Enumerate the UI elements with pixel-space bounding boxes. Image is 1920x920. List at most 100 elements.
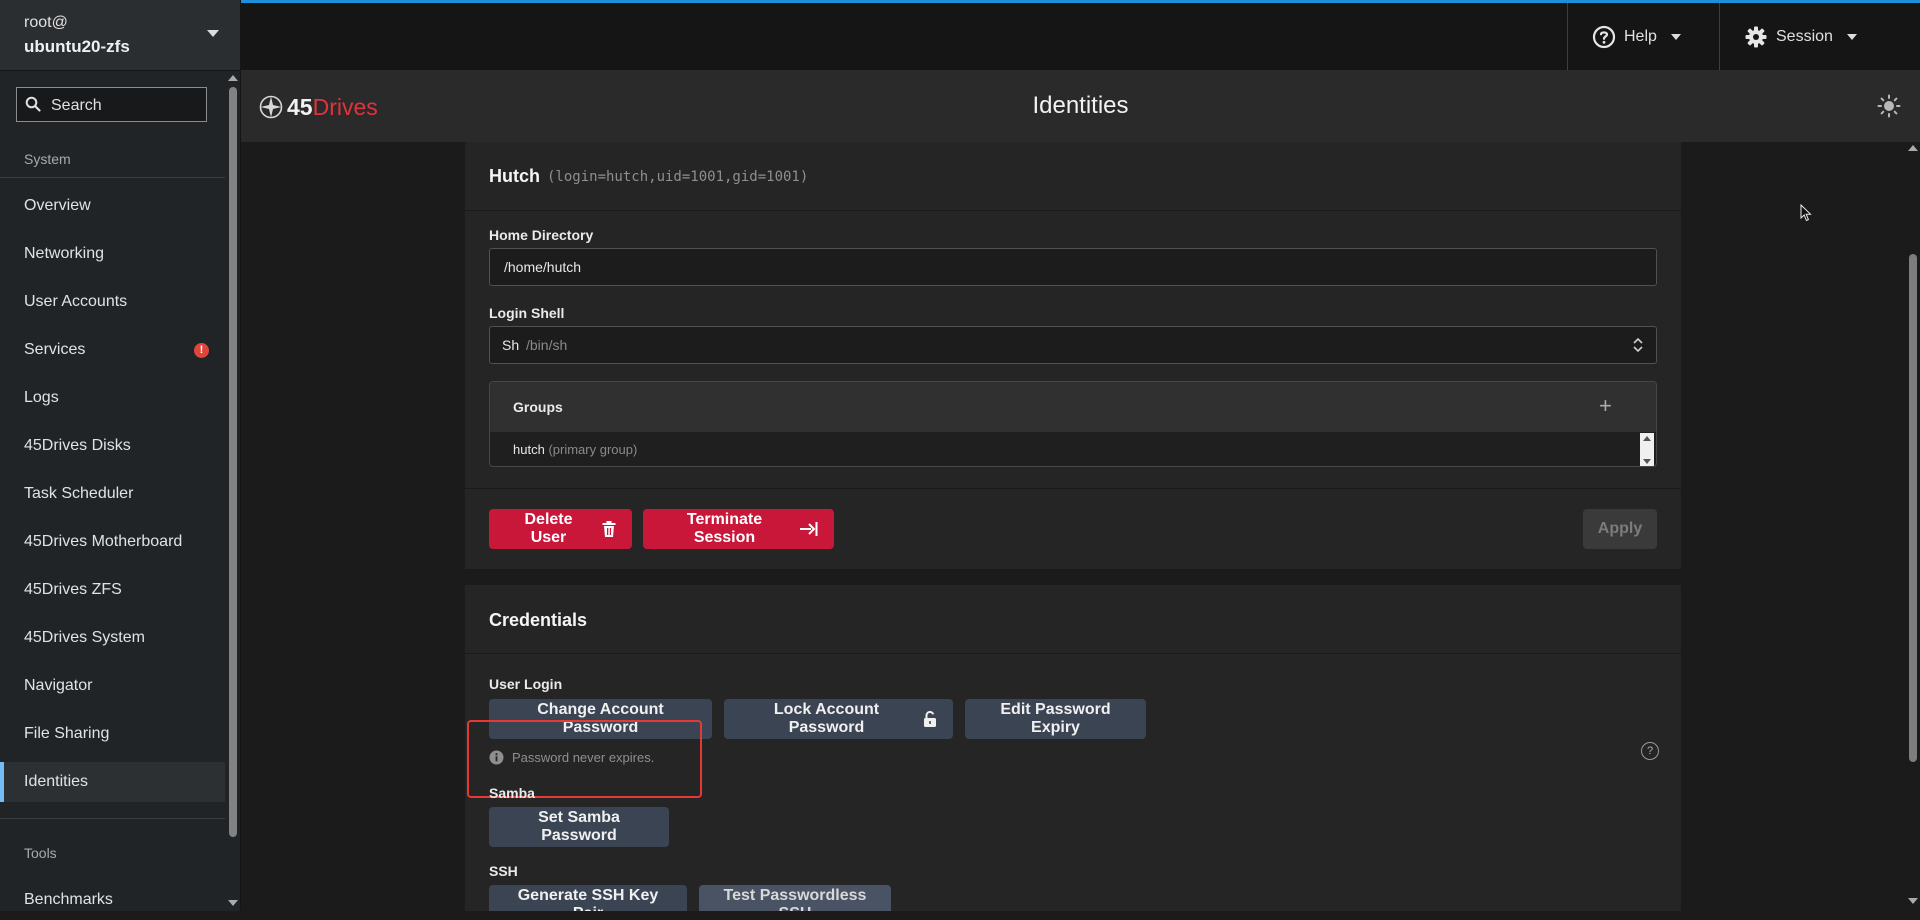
edit-expiry-label: Edit Password Expiry: [1000, 701, 1111, 736]
sidebar-item-label: Services: [24, 341, 86, 358]
group-note: (primary group): [548, 442, 638, 457]
sidebar-item-label: File Sharing: [24, 725, 110, 742]
search-input[interactable]: [49, 94, 203, 118]
sidebar-item-navigator[interactable]: Navigator: [0, 666, 225, 706]
sidebar-item-networking[interactable]: Networking: [0, 234, 225, 274]
host-user: root@: [24, 14, 68, 31]
sidebar-item-label: 45Drives Disks: [24, 437, 131, 454]
user-meta: (login=hutch,uid=1001,gid=1001): [547, 169, 809, 185]
groups-panel: Groups + hutch (primary group): [489, 381, 1657, 467]
sidebar-item-label: Identities: [24, 773, 89, 790]
sidebar-item-label: 45Drives ZFS: [24, 581, 122, 598]
sidebar-item-benchmarks[interactable]: Benchmarks: [0, 880, 225, 920]
sidebar-item-45drives-motherboard[interactable]: 45Drives Motherboard: [0, 522, 225, 562]
sidebar-item-label: Task Scheduler: [24, 485, 134, 502]
user-name: Hutch: [489, 166, 540, 186]
groups-scrollbar[interactable]: [1640, 433, 1654, 466]
login-shell-select[interactable]: Sh /bin/sh: [489, 326, 1657, 364]
apply-label: Apply: [1597, 520, 1643, 537]
credentials-title: Credentials: [489, 610, 588, 630]
delete-user-label: Delete User: [524, 511, 573, 546]
sidebar-item-task-scheduler[interactable]: Task Scheduler: [0, 474, 225, 514]
chevron-down-icon: [207, 30, 219, 37]
scrollbar-thumb[interactable]: [1909, 254, 1917, 762]
top-bar: Help Session: [241, 0, 1920, 70]
test-passwordless-ssh-button[interactable]: Test Passwordless SSH: [699, 885, 891, 911]
sun-icon[interactable]: [1877, 94, 1901, 123]
home-directory-input[interactable]: [502, 258, 1606, 276]
generate-ssh-key-pair-button[interactable]: Generate SSH Key Pair: [489, 885, 687, 911]
sidebar-item-label: Navigator: [24, 677, 93, 694]
sidebar-item-label: Benchmarks: [24, 891, 113, 908]
main-scrollbar[interactable]: [1907, 142, 1919, 911]
sidebar-scrollbar[interactable]: [228, 72, 238, 911]
scrollbar-thumb[interactable]: [229, 87, 237, 837]
sidebar-item-file-sharing[interactable]: File Sharing: [0, 714, 225, 754]
user-details-card: Hutch (login=hutch,uid=1001,gid=1001) Ho…: [465, 142, 1681, 569]
help-label: Help: [1624, 27, 1657, 45]
page-title: Identities: [1032, 92, 1129, 119]
help-icon: [1592, 25, 1616, 49]
mouse-cursor-icon: [1800, 203, 1812, 227]
sidebar-item-45drives-disks[interactable]: 45Drives Disks: [0, 426, 225, 466]
nav-divider: [0, 177, 225, 178]
terminate-session-label: Terminate Session: [686, 511, 763, 546]
sign-out-icon: [800, 522, 818, 536]
samba-button-label: Set Samba Password: [538, 809, 620, 844]
host-switcher[interactable]: root@ ubuntu20-zfs: [0, 0, 240, 71]
help-menu-button[interactable]: Help: [1567, 3, 1719, 70]
chevron-up-down-icon: [1632, 336, 1644, 359]
search-field[interactable]: [16, 87, 207, 122]
chevron-down-icon: [1670, 33, 1681, 40]
sidebar-item-user-accounts[interactable]: User Accounts: [0, 282, 225, 322]
lock-password-label: Lock Account Password: [773, 701, 880, 736]
nav-divider: [0, 818, 225, 819]
home-directory-label: Home Directory: [489, 227, 594, 243]
main-content: Hutch (login=hutch,uid=1001,gid=1001) Ho…: [241, 142, 1920, 911]
sidebar: root@ ubuntu20-zfs System Overview Netwo…: [0, 0, 241, 911]
generate-ssh-label: Generate SSH Key Pair: [517, 887, 659, 911]
terminate-session-button[interactable]: Terminate Session: [643, 509, 834, 549]
chevron-down-icon: [1846, 33, 1857, 40]
home-directory-field[interactable]: [489, 248, 1657, 286]
session-menu-button[interactable]: Session: [1719, 3, 1920, 70]
user-card-header: Hutch (login=hutch,uid=1001,gid=1001): [465, 142, 1681, 211]
user-login-label: User Login: [489, 676, 563, 692]
sidebar-item-label: Networking: [24, 245, 105, 262]
sidebar-item-logs[interactable]: Logs: [0, 378, 225, 418]
app-header: 45 Drives Identities: [241, 70, 1920, 142]
group-name: hutch: [513, 442, 545, 457]
samba-label: Samba: [489, 785, 535, 801]
help-corner-icon[interactable]: ?: [1641, 742, 1659, 760]
lock-account-password-button[interactable]: Lock Account Password: [724, 699, 953, 739]
login-shell-path: /bin/sh: [526, 337, 568, 353]
unlock-icon: [923, 711, 937, 727]
groups-title: Groups: [513, 399, 563, 415]
sidebar-item-45drives-system[interactable]: 45Drives System: [0, 618, 225, 658]
scroll-down-icon[interactable]: [1908, 898, 1918, 904]
apply-button[interactable]: Apply: [1583, 509, 1657, 549]
sidebar-item-label: 45Drives Motherboard: [24, 533, 183, 550]
scroll-up-icon[interactable]: [228, 75, 238, 81]
sidebar-item-identities[interactable]: Identities: [0, 762, 225, 802]
sidebar-item-45drives-zfs[interactable]: 45Drives ZFS: [0, 570, 225, 610]
alert-icon: !: [194, 343, 209, 358]
delete-user-button[interactable]: Delete User: [489, 509, 632, 549]
sidebar-item-label: Logs: [24, 389, 59, 406]
scroll-down-icon[interactable]: [228, 900, 238, 906]
gear-icon: [1744, 25, 1768, 49]
login-shell-label: Login Shell: [489, 305, 565, 321]
session-label: Session: [1776, 27, 1833, 45]
add-group-icon[interactable]: +: [1599, 395, 1612, 417]
sidebar-item-services[interactable]: Services!: [0, 330, 225, 370]
list-item: hutch (primary group): [513, 442, 637, 457]
nav-heading-tools: Tools: [24, 845, 57, 861]
ssh-label: SSH: [489, 863, 518, 879]
set-samba-password-button[interactable]: Set Samba Password: [489, 807, 669, 847]
scroll-up-icon[interactable]: [1908, 145, 1918, 151]
login-shell-value: Sh: [502, 337, 520, 353]
sidebar-item-label: User Accounts: [24, 293, 128, 310]
sidebar-item-overview[interactable]: Overview: [0, 186, 225, 226]
edit-password-expiry-button[interactable]: Edit Password Expiry: [965, 699, 1146, 739]
host-name: ubuntu20-zfs: [24, 37, 130, 56]
